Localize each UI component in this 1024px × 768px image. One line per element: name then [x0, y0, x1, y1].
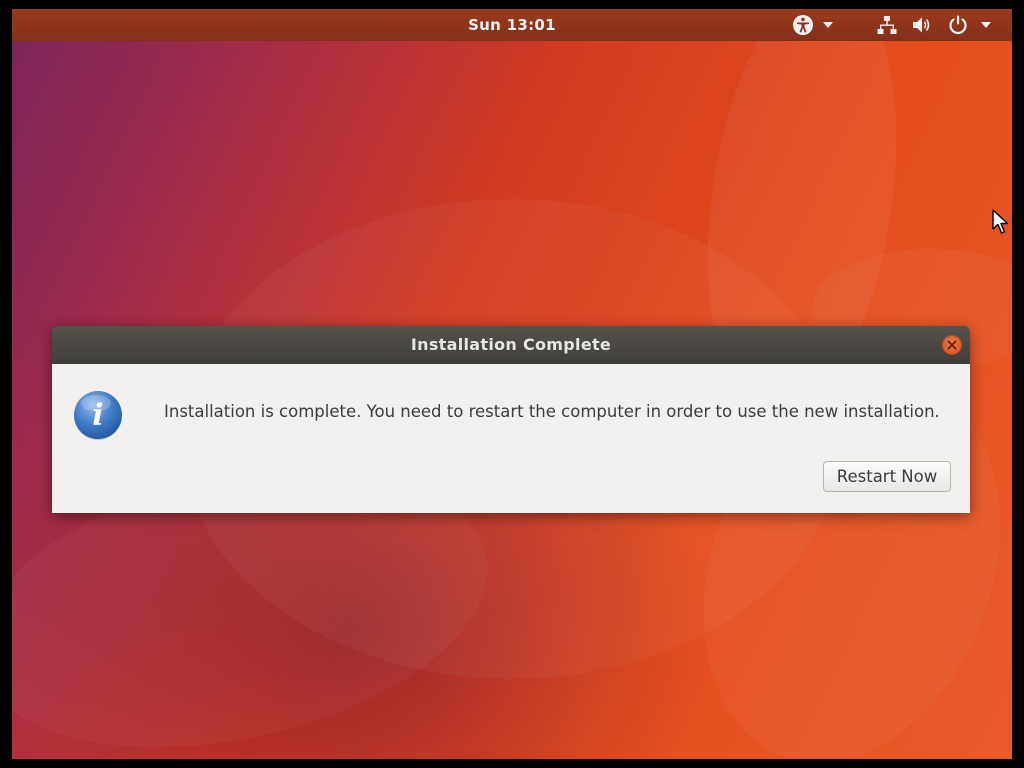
close-button[interactable] — [942, 335, 962, 355]
restart-now-button[interactable]: Restart Now — [823, 461, 951, 492]
network-icon[interactable] — [876, 14, 898, 36]
mouse-cursor-icon — [992, 209, 1009, 234]
installation-complete-dialog: Installation Complete i Installation is … — [52, 326, 970, 513]
dialog-message: Installation is complete. You need to re… — [164, 402, 940, 421]
info-icon: i — [74, 391, 122, 440]
dialog-body: i Installation is complete. You need to … — [52, 364, 970, 513]
svg-text:i: i — [92, 398, 103, 433]
clock[interactable]: Sun 13:01 — [12, 9, 1012, 41]
close-icon — [947, 340, 957, 350]
dialog-title: Installation Complete — [52, 326, 970, 364]
volume-icon[interactable] — [911, 14, 933, 36]
dropdown-arrow-icon[interactable] — [822, 21, 834, 29]
desktop: Sun 13:01 Installation Complete i Instal… — [12, 9, 1012, 759]
dropdown-arrow-icon[interactable] — [980, 21, 992, 29]
accessibility-icon[interactable] — [792, 14, 814, 36]
power-icon[interactable] — [947, 14, 969, 36]
top-panel: Sun 13:01 — [12, 9, 1012, 41]
